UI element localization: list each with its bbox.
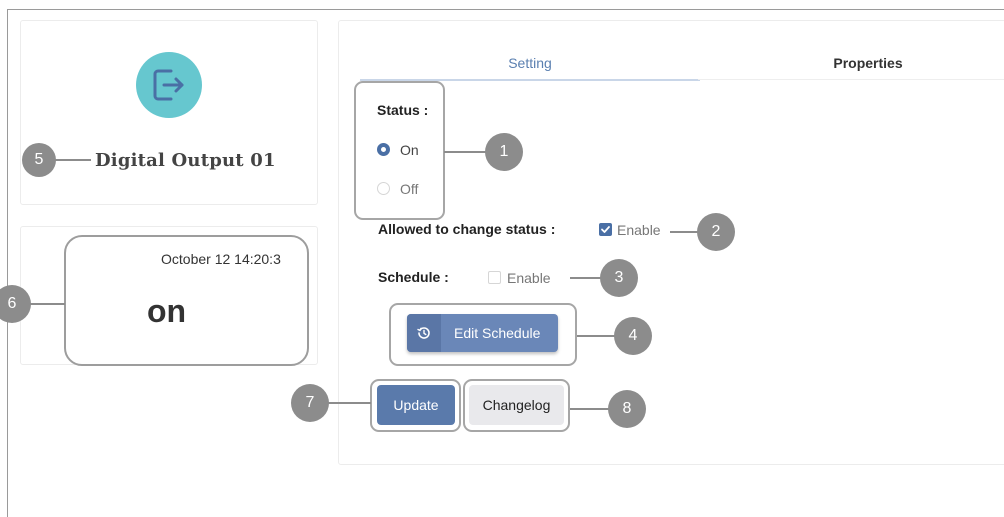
status-on-label[interactable]: On	[400, 142, 419, 158]
callout-badge-3: 3	[600, 259, 638, 297]
schedule-label: Schedule :	[378, 269, 449, 285]
device-name: Digital Output 01	[95, 150, 276, 171]
status-off-label[interactable]: Off	[400, 181, 418, 197]
edit-schedule-label: Edit Schedule	[454, 325, 541, 341]
callout-badge-4: 4	[614, 317, 652, 355]
schedule-checkbox[interactable]	[488, 271, 501, 284]
status-on-radio[interactable]	[377, 143, 390, 156]
status-timestamp: October 12 14:20:3	[161, 251, 281, 267]
callout-line-6	[30, 303, 65, 305]
callout-badge-5: 5	[22, 143, 56, 177]
callout-badge-7: 7	[291, 384, 329, 422]
status-value: on	[147, 293, 187, 329]
edit-schedule-button[interactable]: Edit Schedule	[407, 314, 558, 352]
callout-line-3	[570, 277, 601, 279]
schedule-enable-label[interactable]: Enable	[507, 270, 551, 286]
callout-line-7	[328, 402, 371, 404]
tab-properties[interactable]: Properties	[698, 55, 1004, 80]
frame-border-top	[7, 9, 1004, 10]
allowed-change-checkbox[interactable]	[599, 223, 612, 236]
history-icon	[407, 314, 441, 352]
tab-setting[interactable]: Setting	[360, 55, 700, 81]
callout-badge-1: 1	[485, 133, 523, 171]
callout-line-5	[55, 159, 91, 161]
update-button[interactable]: Update	[377, 385, 455, 425]
allowed-change-enable-label[interactable]: Enable	[617, 222, 661, 238]
changelog-button[interactable]: Changelog	[469, 385, 564, 425]
allowed-change-label: Allowed to change status :	[378, 221, 556, 237]
status-label: Status :	[377, 102, 429, 118]
callout-line-8	[570, 408, 609, 410]
callout-line-1	[444, 151, 486, 153]
callout-line-2	[670, 231, 698, 233]
callout-line-4	[577, 335, 615, 337]
exit-icon	[136, 52, 202, 118]
check-icon	[601, 226, 610, 233]
callout-badge-2: 2	[697, 213, 735, 251]
frame-border-left	[7, 9, 8, 517]
callout-badge-8: 8	[608, 390, 646, 428]
status-off-radio[interactable]	[377, 182, 390, 195]
